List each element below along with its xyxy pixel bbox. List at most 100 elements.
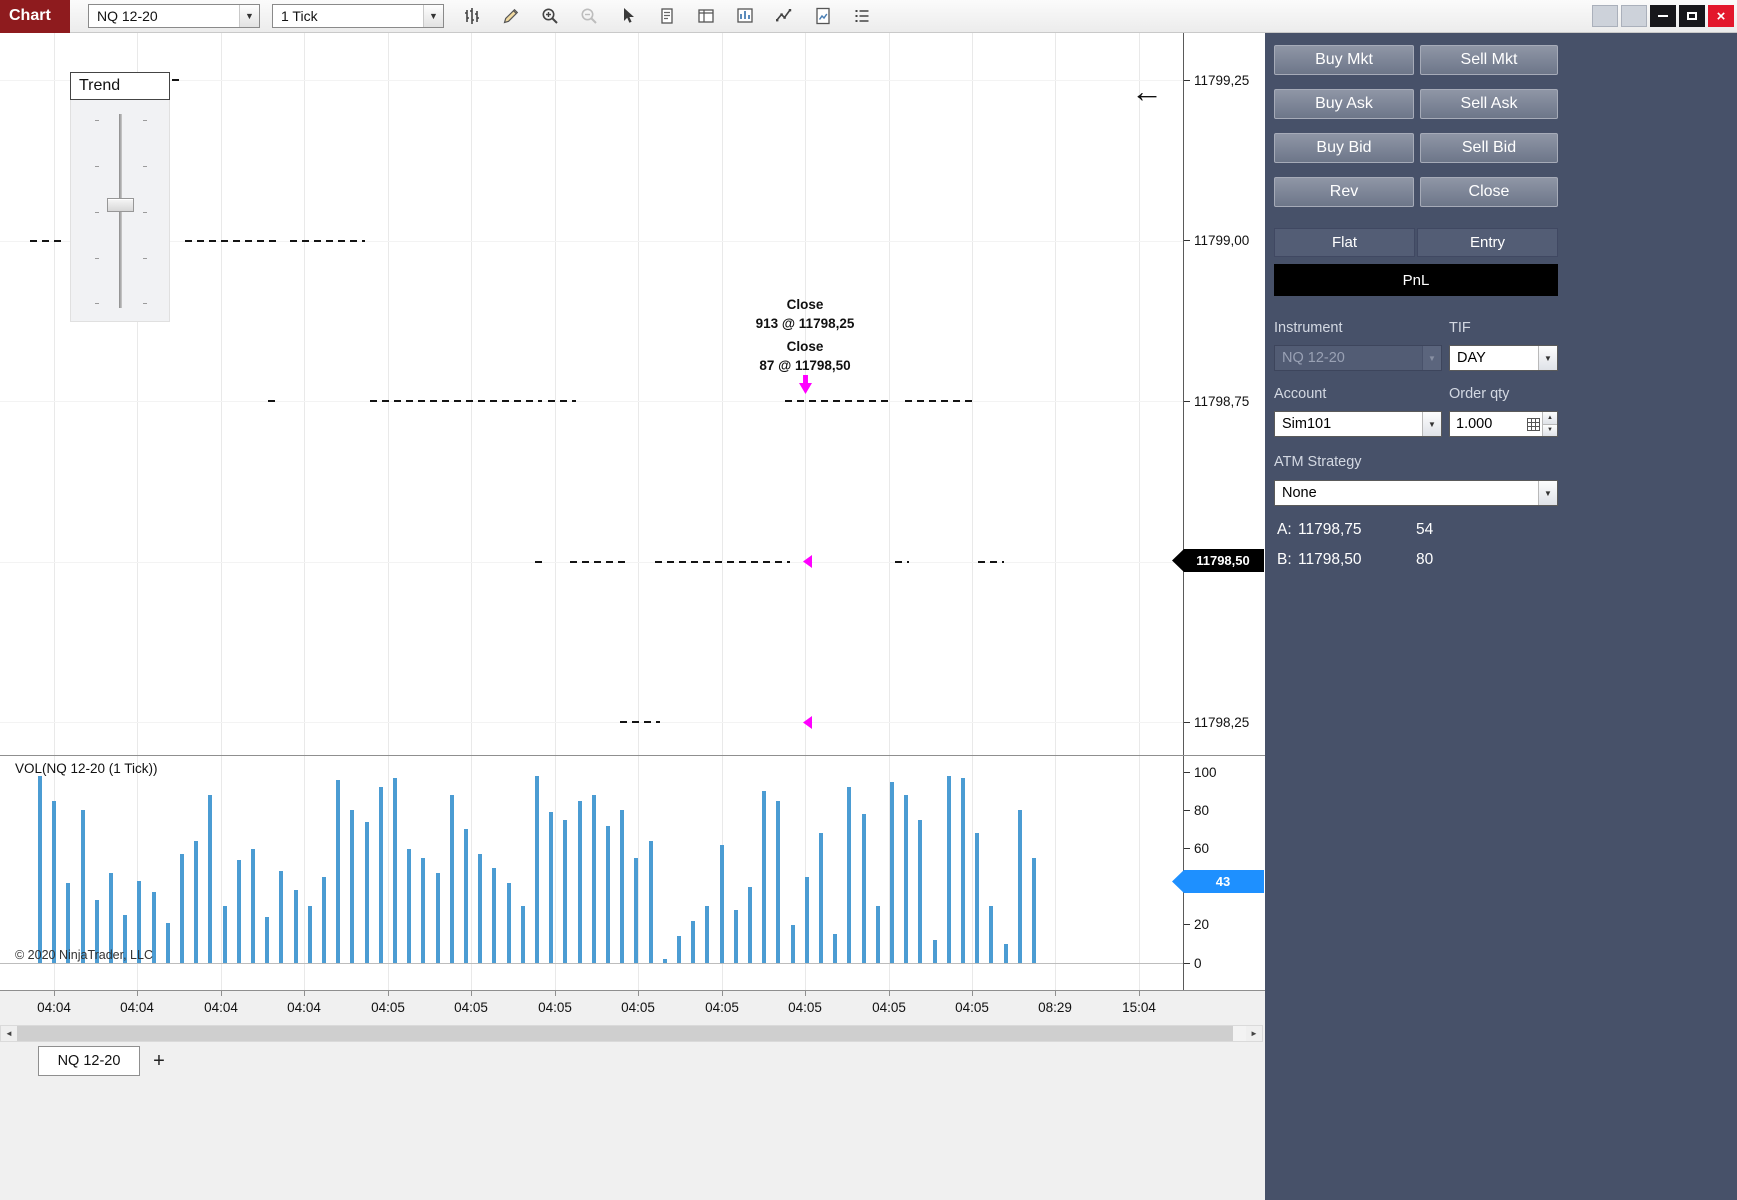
rev-button[interactable]: Rev — [1274, 177, 1414, 207]
pan-left-arrow-icon[interactable]: ← — [1131, 73, 1163, 110]
chevron-down-icon: ▼ — [1538, 346, 1557, 370]
buy-ask-button[interactable]: Buy Ask — [1274, 89, 1414, 119]
time-axis-label: 04:05 — [788, 1000, 822, 1015]
account-select[interactable]: Sim101 ▼ — [1274, 411, 1442, 437]
minimize-button[interactable] — [1650, 5, 1676, 27]
price-print-dashes — [268, 400, 278, 402]
instrument-label: Instrument — [1274, 320, 1343, 336]
volume-bar — [222, 905, 227, 963]
last-volume-badge: 43 — [1172, 870, 1264, 893]
price-axis-label: 11798,75 — [1184, 393, 1249, 409]
annotation-line: Close — [786, 297, 824, 312]
slider-tick — [95, 212, 99, 213]
axis-tick — [1184, 962, 1190, 964]
volume-bar — [535, 776, 539, 963]
scroll-right-arrow-icon[interactable]: ► — [1246, 1026, 1262, 1041]
order-window-icon[interactable] — [692, 3, 719, 30]
sell-marker-down-arrow-icon — [799, 375, 812, 394]
axis-tick — [1184, 924, 1190, 926]
chevron-down-icon: ▼ — [1538, 481, 1557, 505]
trade-report-icon[interactable] — [653, 3, 680, 30]
time-axis-label: 15:04 — [1122, 1000, 1156, 1015]
data-series-list-icon[interactable] — [848, 3, 875, 30]
minimize-icon — [1658, 15, 1668, 17]
close-button[interactable]: × — [1708, 5, 1734, 27]
qty-decrement-arrow-icon[interactable]: ▼ — [1543, 423, 1557, 436]
maximize-button[interactable] — [1679, 5, 1705, 27]
ask-price: 11798,75 — [1298, 521, 1362, 538]
volume-bar — [833, 934, 838, 963]
time-axis-label: 04:05 — [705, 1000, 739, 1015]
zoom-out-icon[interactable] — [575, 3, 602, 30]
volume-bar — [776, 800, 781, 963]
price-print-dashes — [570, 560, 627, 563]
last-price-badge: 11798,50 — [1172, 549, 1264, 572]
slider-tick — [95, 258, 99, 259]
draw-pencil-icon[interactable] — [497, 3, 524, 30]
volume-bar — [989, 905, 994, 963]
volume-bar — [748, 886, 752, 963]
volume-axis-label: 20 — [1184, 917, 1209, 933]
buy-bid-button[interactable]: Buy Bid — [1274, 133, 1414, 163]
pane-separator — [0, 755, 1265, 756]
volume-bar — [322, 877, 326, 963]
price-axis[interactable]: 11799,25 11799,00 11798,75 11798,25 100 80 60 2… — [1183, 33, 1265, 991]
time-axis-tick — [54, 991, 55, 996]
chart-report-icon[interactable] — [809, 3, 836, 30]
slider-tick — [143, 303, 147, 304]
time-axis[interactable]: 04:04 04:04 04:04 04:04 04:05 04:05 04:05 04:05… — [0, 991, 1265, 1025]
axis-tick — [1184, 240, 1190, 241]
volume-pane[interactable]: VOL(NQ 12-20 (1 Tick)) © 2020 NinjaTrade… — [0, 755, 1183, 990]
price-pane[interactable]: Trend Close 913 @ 11798,25 Close 87 @ 11… — [0, 33, 1183, 755]
volume-bar — [890, 781, 894, 963]
cursor-icon[interactable] — [614, 3, 641, 30]
period-select[interactable]: 1 Tick ▼ — [272, 4, 444, 28]
volume-bar — [705, 905, 710, 963]
price-print-dashes — [978, 560, 1004, 563]
sell-ask-button[interactable]: Sell Ask — [1420, 89, 1558, 119]
entry-button[interactable]: Entry — [1417, 228, 1558, 257]
order-qty-input[interactable] — [1450, 416, 1524, 432]
volume-zero-line — [0, 963, 1183, 964]
buy-mkt-button[interactable]: Buy Mkt — [1274, 45, 1414, 75]
vertical-gridline — [471, 755, 472, 990]
volume-bar — [577, 800, 582, 963]
sell-mkt-button[interactable]: Sell Mkt — [1420, 45, 1558, 75]
vertical-gridline — [972, 755, 973, 990]
trend-slider[interactable] — [70, 100, 170, 322]
instrument-select-value: NQ 12-20 — [97, 8, 158, 24]
titlebar-extra-button-1[interactable] — [1592, 5, 1618, 27]
qty-increment-arrow-icon[interactable]: ▲ — [1543, 412, 1557, 424]
period-select-value: 1 Tick — [281, 8, 318, 24]
atm-strategy-select[interactable]: None ▼ — [1274, 480, 1558, 506]
flat-button[interactable]: Flat — [1274, 228, 1415, 257]
price-print-dashes — [370, 400, 542, 402]
sell-bid-button[interactable]: Sell Bid — [1420, 133, 1558, 163]
time-axis-tick — [388, 991, 389, 996]
volume-bar — [492, 867, 497, 963]
instrument-select[interactable]: NQ 12-20 ▼ — [88, 4, 260, 28]
calculator-icon[interactable] — [1524, 417, 1542, 431]
titlebar-extra-button-2[interactable] — [1621, 5, 1647, 27]
ask-label: A: — [1277, 521, 1292, 538]
price-bars-icon[interactable] — [458, 3, 485, 30]
volume-axis-label: 100 — [1184, 764, 1217, 780]
time-axis-tick — [555, 991, 556, 996]
copyright-text: © 2020 NinjaTrader, LLC — [15, 948, 153, 962]
add-tab-button[interactable]: + — [147, 1048, 171, 1074]
close-position-button[interactable]: Close — [1420, 177, 1558, 207]
scroll-left-arrow-icon[interactable]: ◄ — [1, 1026, 17, 1041]
vertical-gridline — [1139, 33, 1140, 755]
horizontal-scrollbar[interactable]: ◄ ► — [0, 1025, 1263, 1042]
slider-thumb[interactable] — [107, 198, 134, 212]
zoom-in-icon[interactable] — [536, 3, 563, 30]
chart-panel-icon[interactable] — [731, 3, 758, 30]
pane-separator — [0, 990, 1265, 991]
polyline-icon[interactable] — [770, 3, 797, 30]
tif-select[interactable]: DAY ▼ — [1449, 345, 1558, 371]
time-axis-tick — [889, 991, 890, 996]
price-axis-label: 11799,25 — [1184, 72, 1249, 88]
time-axis-tick — [1139, 991, 1140, 996]
tab-nq-12-20[interactable]: NQ 12-20 — [38, 1046, 140, 1076]
scrollbar-thumb[interactable] — [17, 1026, 1233, 1041]
